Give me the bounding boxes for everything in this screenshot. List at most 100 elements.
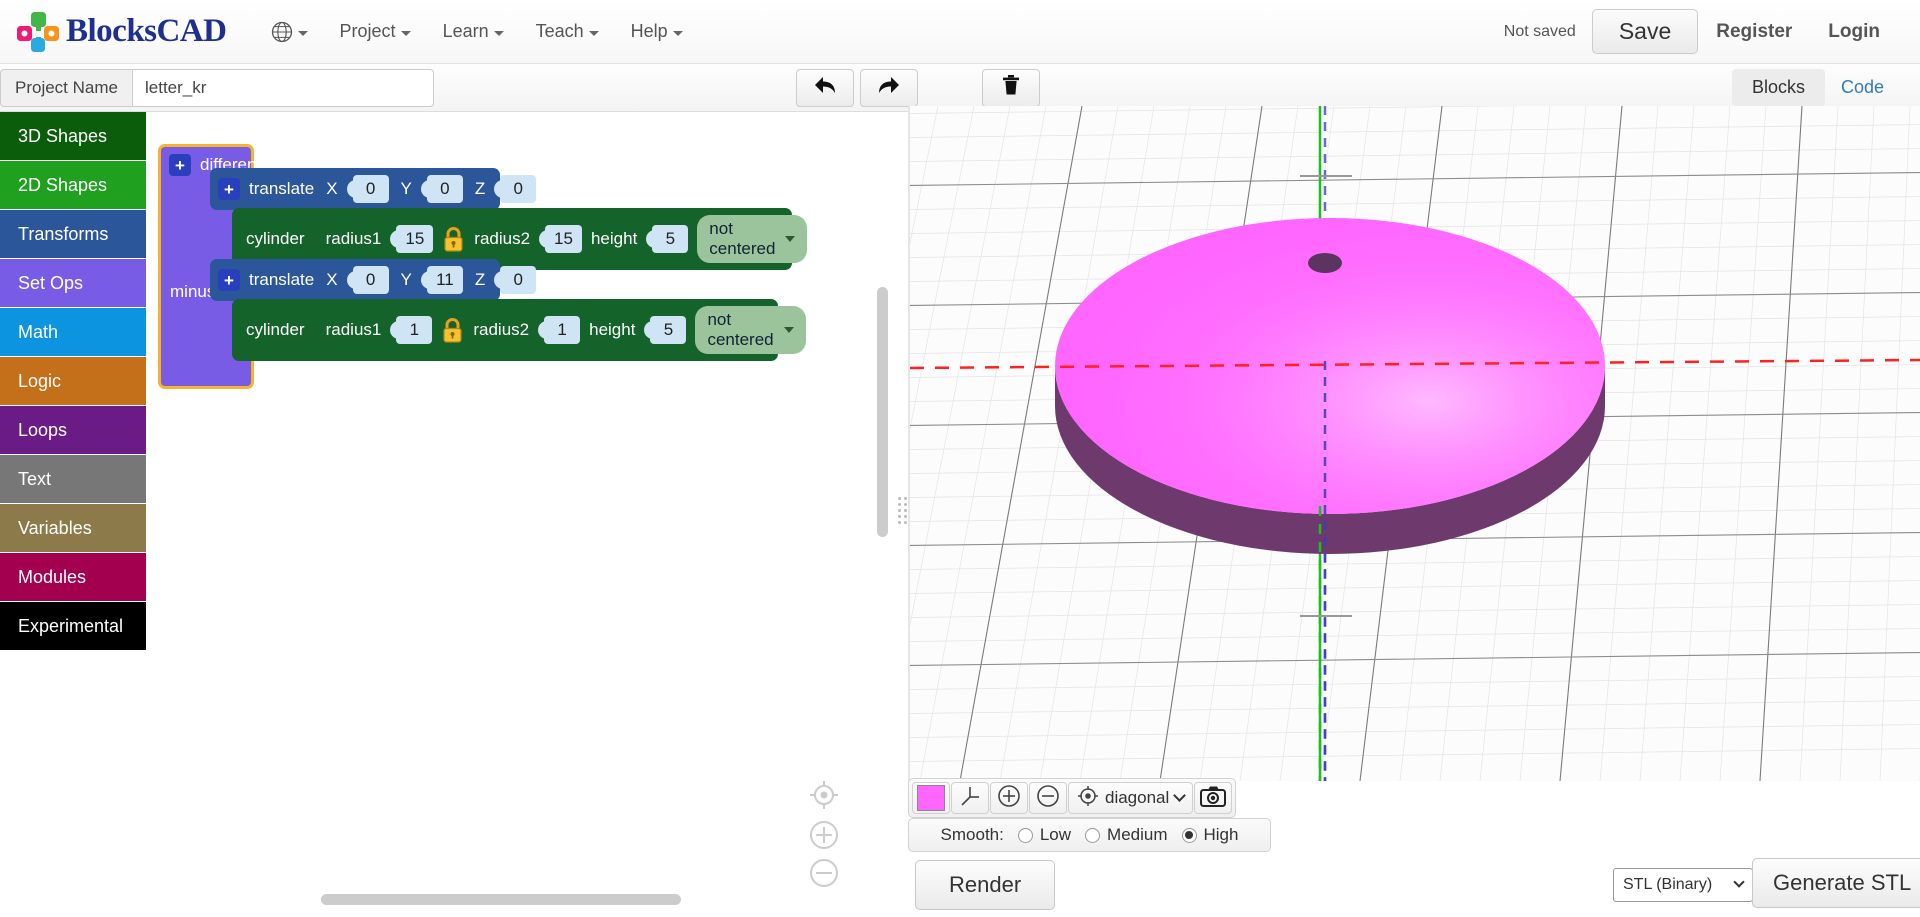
sidebar-item-label: Modules — [18, 566, 87, 587]
cylinder-centering-value: not centered — [709, 219, 776, 258]
block-cylinder-2[interactable]: cylinder radius1 1 radius2 1 height 5 no… — [232, 299, 806, 361]
cylinder-height-input[interactable]: 5 — [652, 225, 689, 253]
smooth-label: Smooth: — [940, 825, 1004, 844]
sidebar-item-math[interactable]: Math — [0, 308, 146, 356]
translate-x-input[interactable]: 0 — [352, 175, 389, 203]
translate-y-input[interactable]: 11 — [426, 266, 463, 294]
sidebar-item-label: Loops — [18, 419, 68, 440]
smooth-option-high[interactable]: High — [1181, 825, 1239, 845]
smooth-option-medium[interactable]: Medium — [1085, 825, 1168, 845]
panel-splitter-handle[interactable] — [896, 490, 908, 530]
brand[interactable]: BlocksCAD — [16, 11, 227, 53]
cylinder-centering-dropdown[interactable]: not centered — [697, 215, 808, 263]
plus-icon[interactable]: + — [169, 154, 191, 176]
nav-right-group: Not saved Save Register Login — [1504, 9, 1898, 54]
view-angle-dropdown[interactable]: diagonal — [1068, 782, 1194, 814]
object-color-button[interactable] — [912, 782, 950, 814]
workspace-zoom-in-button[interactable] — [807, 820, 841, 854]
cylinder-label: cylinder — [246, 229, 305, 248]
sidebar-item-experimental[interactable]: Experimental — [0, 602, 146, 650]
sidebar-item-label: 3D Shapes — [18, 125, 108, 146]
cylinder-radius1-label: radius1 — [325, 229, 382, 248]
zoom-in-icon — [808, 819, 840, 856]
block-translate-2[interactable]: + translate X 0 Y 11 Z 0 — [210, 259, 537, 301]
tab-blocks[interactable]: Blocks — [1731, 69, 1825, 106]
toggle-axes-button[interactable] — [951, 782, 989, 814]
translate-axis-y-label: Y — [400, 179, 412, 198]
cylinder-radius2-label: radius2 — [474, 229, 531, 248]
block-translate-1[interactable]: + translate X 0 Y 0 Z 0 — [210, 168, 537, 210]
nav-menu-help[interactable]: Help — [615, 13, 699, 50]
sidebar-item-text[interactable]: Text — [0, 455, 146, 503]
lock-icon[interactable] — [442, 226, 465, 252]
workspace-vertical-scrollbar[interactable] — [877, 287, 888, 537]
sidebar-item-label: Logic — [18, 370, 62, 391]
redo-button[interactable] — [859, 68, 918, 107]
edit-tool-group — [795, 68, 1040, 107]
nav-menu-learn[interactable]: Learn — [427, 13, 520, 50]
3d-viewport[interactable] — [908, 106, 1920, 781]
generate-stl-button[interactable]: Generate STL — [1752, 858, 1920, 908]
cylinder-radius2-input[interactable]: 15 — [545, 225, 582, 253]
sidebar-item-modules[interactable]: Modules — [0, 553, 146, 601]
delete-button[interactable] — [981, 68, 1040, 107]
nav-menu-project[interactable]: Project — [324, 13, 427, 50]
translate-z-input[interactable]: 0 — [500, 266, 537, 294]
chevron-down-icon — [785, 236, 796, 242]
sidebar-item-label: Math — [18, 321, 59, 342]
smooth-option-low-label: Low — [1039, 825, 1072, 844]
sidebar-item-set-ops[interactable]: Set Ops — [0, 259, 146, 307]
axes-icon — [958, 784, 982, 813]
login-link[interactable]: Login — [1810, 13, 1898, 51]
viewer-zoom-in-button[interactable] — [990, 782, 1028, 814]
cylinder-height-input[interactable]: 5 — [650, 316, 687, 344]
workspace-horizontal-scrollbar[interactable] — [321, 894, 681, 905]
undo-button[interactable] — [795, 68, 854, 107]
register-link[interactable]: Register — [1698, 13, 1810, 51]
sidebar-item-variables[interactable]: Variables — [0, 504, 146, 552]
chevron-down-icon — [1173, 788, 1187, 802]
zoom-out-icon — [1036, 784, 1060, 813]
viewer-zoom-out-button[interactable] — [1029, 782, 1067, 814]
translate-z-input[interactable]: 0 — [500, 175, 537, 203]
cylinder-radius1-input[interactable]: 1 — [396, 316, 433, 344]
nav-menu-learn-label: Learn — [442, 21, 489, 41]
stl-format-select[interactable]: STL (Binary) — [1613, 868, 1753, 902]
nav-menu-teach[interactable]: Teach — [520, 13, 615, 50]
sidebar-item-logic[interactable]: Logic — [0, 357, 146, 405]
globe-icon — [271, 21, 293, 43]
translate-label: translate — [249, 270, 315, 289]
category-sidebar: 3D Shapes 2D Shapes Transforms Set Ops M… — [0, 112, 146, 917]
plus-icon[interactable]: + — [218, 269, 240, 291]
blocks-workspace[interactable]: + difference minus + translate X 0 Y 0 Z… — [146, 112, 906, 917]
cylinder-radius2-input[interactable]: 1 — [544, 316, 581, 344]
cylinder-radius1-input[interactable]: 15 — [396, 225, 434, 253]
sidebar-item-3d-shapes[interactable]: 3D Shapes — [0, 112, 146, 160]
save-button[interactable]: Save — [1591, 9, 1699, 54]
sidebar-item-transforms[interactable]: Transforms — [0, 210, 146, 258]
lock-icon[interactable] — [441, 317, 464, 343]
difference-minus-label: minus — [170, 282, 216, 301]
translate-x-input[interactable]: 0 — [352, 266, 389, 294]
workspace-zoom-out-button[interactable] — [807, 858, 841, 892]
plus-icon[interactable]: + — [218, 178, 240, 200]
undo-icon — [812, 74, 838, 101]
cylinder-centering-dropdown[interactable]: not centered — [695, 306, 806, 354]
sidebar-item-loops[interactable]: Loops — [0, 406, 146, 454]
project-name-input[interactable] — [131, 68, 434, 107]
render-button[interactable]: Render — [915, 860, 1056, 910]
view-target-icon — [1077, 785, 1099, 812]
block-group-2: + translate X 0 Y 11 Z 0 cylinder radius… — [210, 259, 806, 361]
smooth-option-high-label: High — [1203, 825, 1239, 844]
workspace-center-button[interactable] — [807, 780, 841, 814]
language-selector[interactable] — [255, 13, 324, 51]
radio-icon — [1085, 827, 1101, 843]
smooth-option-low[interactable]: Low — [1017, 825, 1072, 845]
cylinder-label: cylinder — [246, 320, 305, 339]
tab-code[interactable]: Code — [1825, 69, 1900, 106]
translate-y-input[interactable]: 0 — [426, 175, 463, 203]
translate-axis-y-label: Y — [400, 270, 412, 289]
top-navbar: BlocksCAD Project Learn Teach Help Not s… — [0, 0, 1920, 64]
sidebar-item-2d-shapes[interactable]: 2D Shapes — [0, 161, 146, 209]
screenshot-button[interactable] — [1194, 782, 1233, 814]
